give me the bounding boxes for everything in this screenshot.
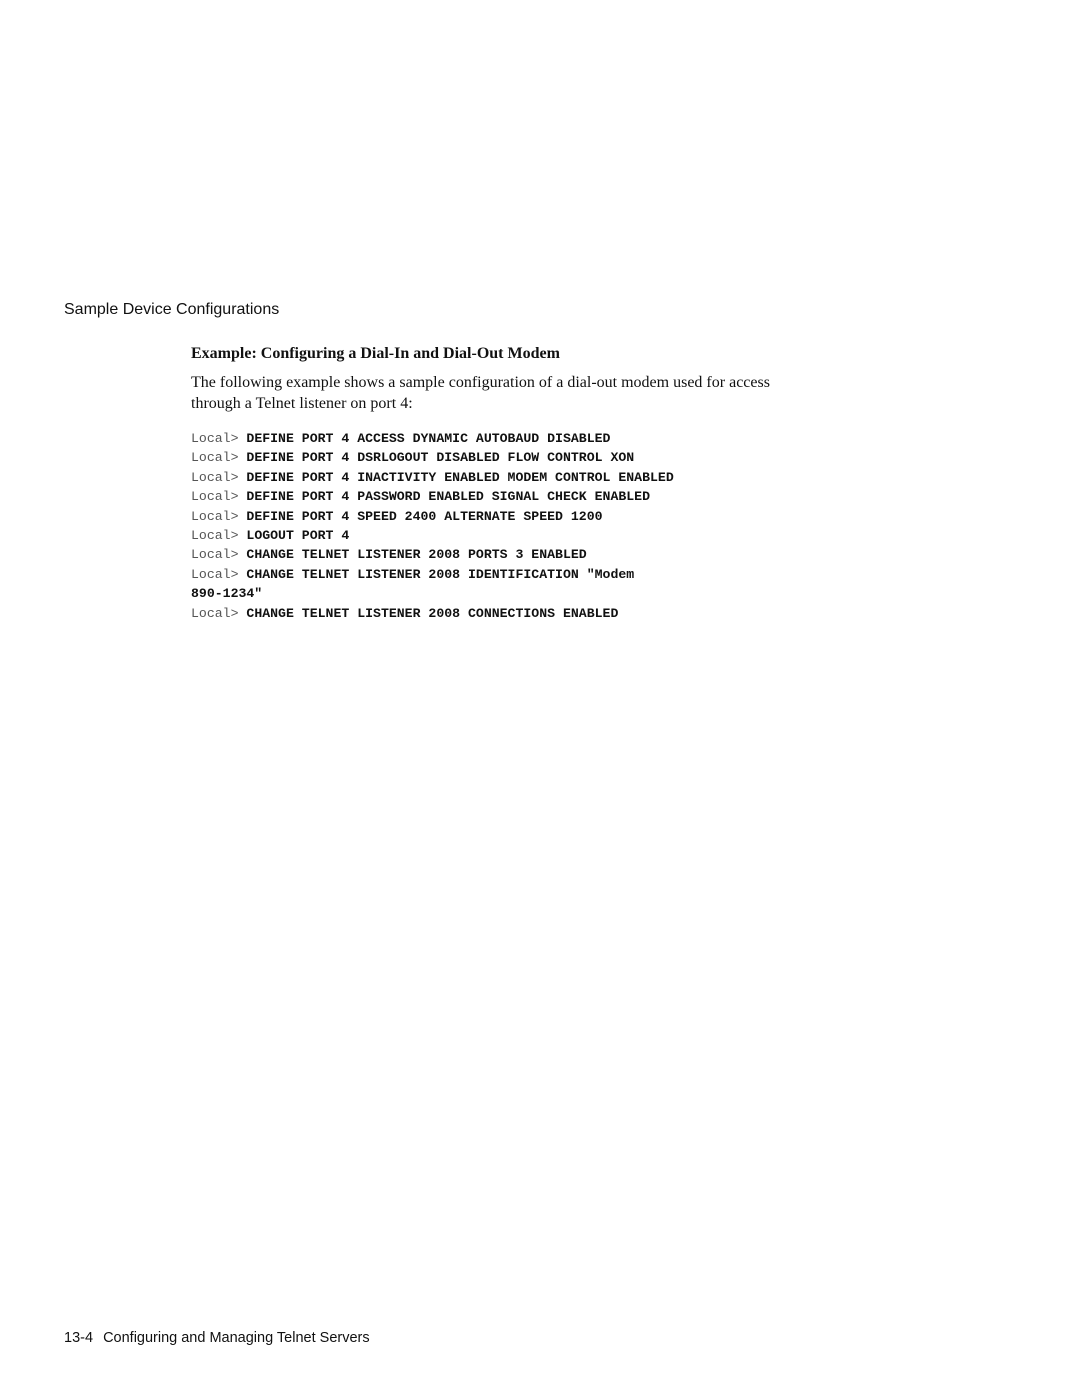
code-line: Local> CHANGE TELNET LISTENER 2008 CONNE… <box>191 604 791 623</box>
section-title: Example: Configuring a Dial-In and Dial-… <box>191 345 560 362</box>
command: CHANGE TELNET LISTENER 2008 IDENTIFICATI… <box>246 566 635 582</box>
code-line: Local> DEFINE PORT 4 PASSWORD ENABLED SI… <box>191 487 791 506</box>
running-header: Sample Device Configurations <box>64 301 280 318</box>
code-line: Local> CHANGE TELNET LISTENER 2008 PORTS… <box>191 545 791 564</box>
command: CHANGE TELNET LISTENER 2008 CONNECTIONS … <box>246 605 619 621</box>
code-line: Local> DEFINE PORT 4 ACCESS DYNAMIC AUTO… <box>191 429 791 448</box>
prompt: Local> <box>191 469 247 485</box>
command: 890-1234" <box>191 586 263 602</box>
prompt: Local> <box>191 431 247 446</box>
command: DEFINE PORT 4 INACTIVITY ENABLED MODEM C… <box>246 469 674 485</box>
code-line: Local> DEFINE PORT 4 DSRLOGOUT DISABLED … <box>191 448 791 467</box>
prompt: Local> <box>191 450 247 466</box>
intro-paragraph: The following example shows a sample con… <box>191 374 770 412</box>
code-line: Local> CHANGE TELNET LISTENER 2008 IDENT… <box>191 565 791 584</box>
prompt: Local> <box>191 489 247 505</box>
code-line-continuation: 890-1234" <box>191 584 791 603</box>
command: DEFINE PORT 4 ACCESS DYNAMIC AUTOBAUD DI… <box>246 431 611 446</box>
command: DEFINE PORT 4 DSRLOGOUT DISABLED FLOW CO… <box>246 450 635 466</box>
page-number: 13-4 <box>64 1330 94 1346</box>
prompt: Local> <box>191 566 247 582</box>
command: LOGOUT PORT 4 <box>246 528 350 544</box>
prompt: Local> <box>191 528 247 544</box>
command: DEFINE PORT 4 SPEED 2400 ALTERNATE SPEED… <box>246 508 603 524</box>
code-line: Local> LOGOUT PORT 4 <box>191 526 791 545</box>
chapter-title: Configuring and Managing Telnet Servers <box>103 1330 370 1346</box>
command: DEFINE PORT 4 PASSWORD ENABLED SIGNAL CH… <box>246 489 651 505</box>
code-line: Local> DEFINE PORT 4 SPEED 2400 ALTERNAT… <box>191 507 791 526</box>
prompt: Local> <box>191 547 247 563</box>
command: CHANGE TELNET LISTENER 2008 PORTS 3 ENAB… <box>246 547 587 563</box>
page-footer: 13-4 Configuring and Managing Telnet Ser… <box>64 1330 370 1346</box>
prompt: Local> <box>191 508 247 524</box>
prompt: Local> <box>191 605 247 621</box>
code-line: Local> DEFINE PORT 4 INACTIVITY ENABLED … <box>191 468 791 487</box>
code-example: Local> DEFINE PORT 4 ACCESS DYNAMIC AUTO… <box>191 429 791 623</box>
